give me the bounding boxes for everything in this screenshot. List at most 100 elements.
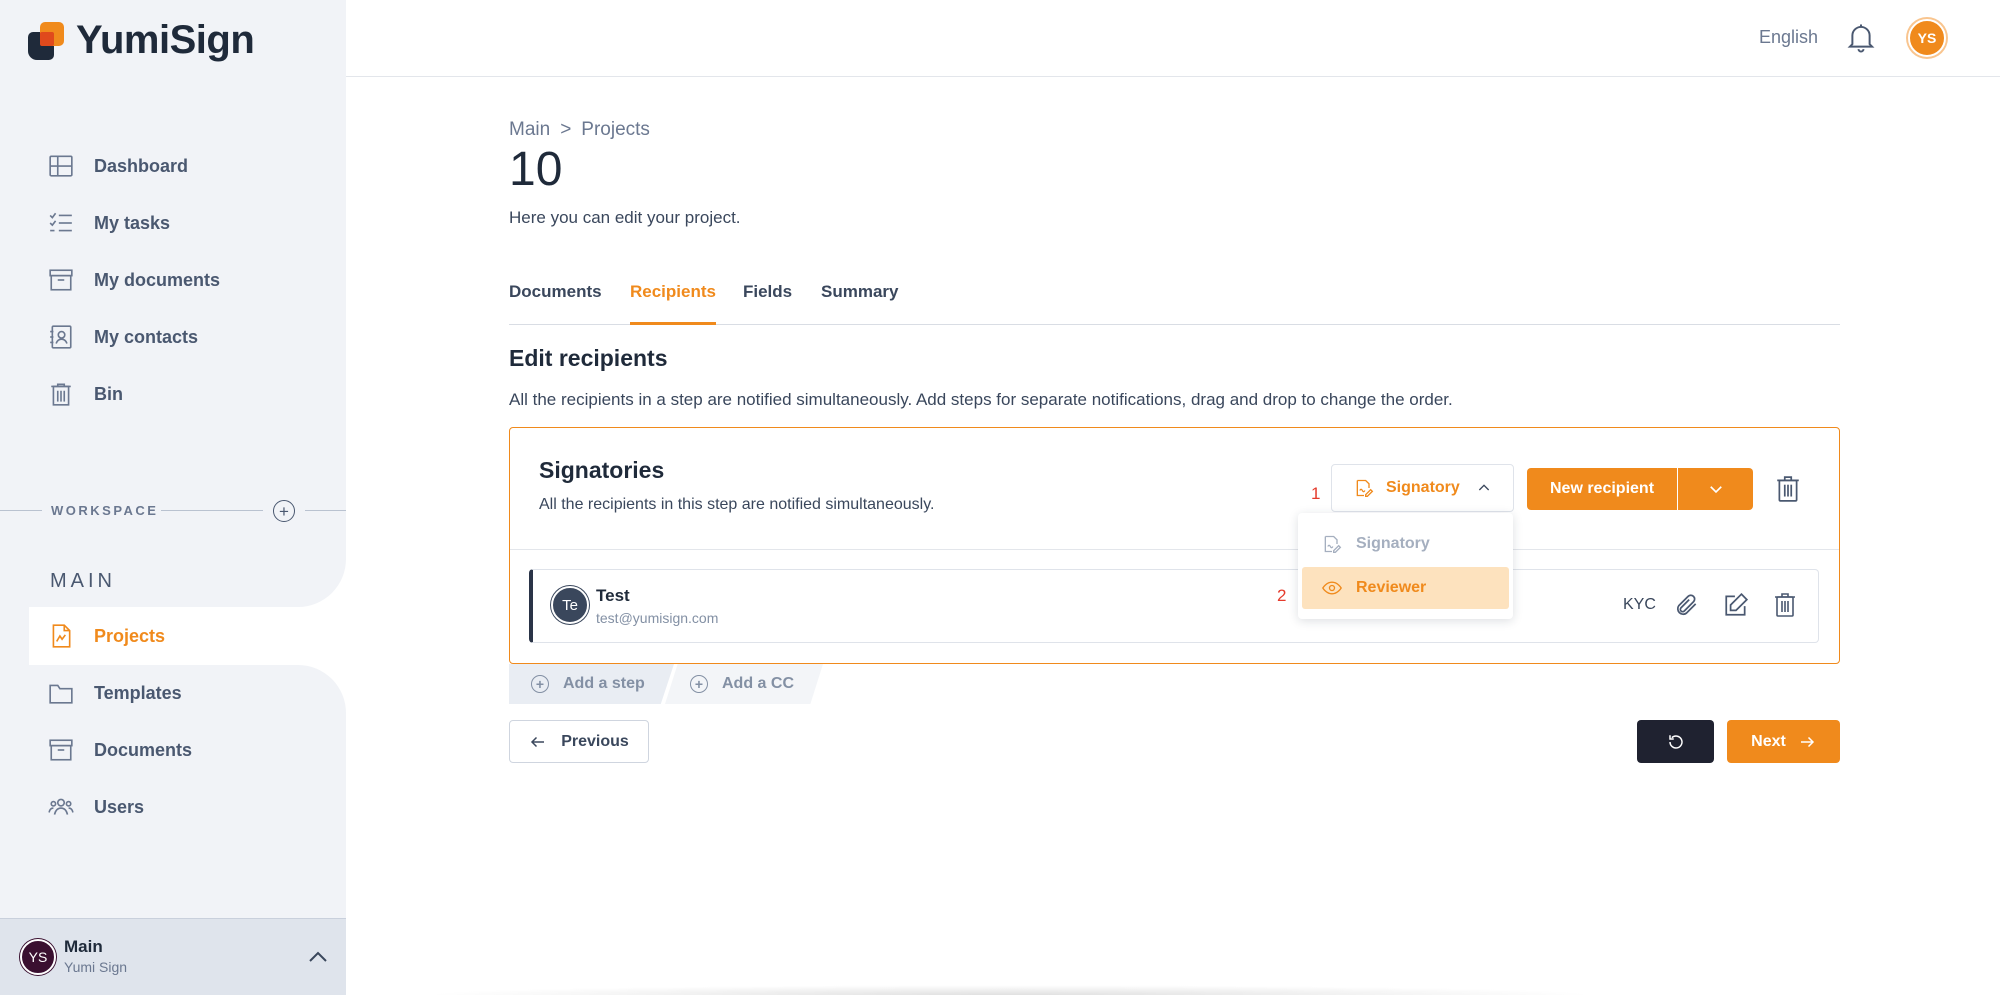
previous-button[interactable]: Previous [509, 720, 649, 763]
sidebar-item-bin[interactable]: Bin [48, 374, 123, 414]
role-select-value: Signatory [1386, 479, 1460, 496]
account-name: Main [64, 937, 103, 956]
sidebar-item-label: My documents [94, 269, 221, 290]
language-selector[interactable]: English [1759, 27, 1818, 48]
breadcrumb-current[interactable]: Projects [581, 119, 650, 141]
divider [161, 510, 263, 511]
role-option-reviewer[interactable]: Reviewer [1302, 567, 1509, 609]
divider [305, 510, 346, 511]
sidebar-item-label: My tasks [94, 212, 171, 233]
add-step-label: Add a step [563, 675, 645, 692]
step-title: Signatories [539, 457, 665, 483]
plus-circle-icon: + [531, 675, 549, 693]
add-workspace-button[interactable]: + [273, 500, 295, 522]
sidebar-item-label: Templates [94, 682, 182, 703]
new-recipient-dropdown-button[interactable] [1678, 468, 1753, 510]
tab-summary[interactable]: Summary [821, 282, 898, 325]
breadcrumb: Main > Projects [509, 119, 650, 141]
tasks-icon [49, 212, 72, 232]
eye-icon [1322, 581, 1342, 595]
previous-label: Previous [561, 732, 629, 750]
trash-icon [51, 383, 71, 406]
folder-icon [49, 684, 73, 704]
edit-icon[interactable] [1723, 592, 1749, 618]
sidebar-item-users[interactable]: Users [48, 787, 144, 827]
breadcrumb-root[interactable]: Main [509, 119, 550, 141]
arrow-left-icon [531, 736, 545, 747]
chevron-up-icon [1478, 484, 1489, 491]
recipient-name: Test [596, 586, 630, 605]
workspace-name: MAIN [50, 570, 116, 592]
next-button[interactable]: Next [1727, 720, 1840, 763]
reset-button[interactable] [1637, 720, 1714, 763]
sidebar-item-label: Projects [94, 625, 166, 646]
sidebar-item-documents[interactable]: Documents [48, 730, 192, 770]
avatar: YS [20, 939, 56, 975]
recipient-row[interactable]: Te Test test@yumisign.com KYC [529, 569, 1819, 643]
app-name: YumiSign [76, 18, 255, 62]
divider [510, 549, 1839, 550]
new-recipient-button[interactable]: New recipient [1527, 468, 1677, 510]
role-option-label: Signatory [1356, 535, 1430, 552]
sidebar-item-label: Dashboard [94, 155, 189, 176]
account-switcher[interactable]: YS Main Yumi Sign [0, 918, 346, 995]
page-subtitle: Here you can edit your project. [509, 208, 741, 227]
sidebar-item-label: My contacts [94, 326, 199, 347]
chevron-down-icon [1709, 486, 1722, 494]
add-step-button[interactable]: + Add a step [509, 664, 674, 704]
breadcrumb-separator: > [560, 119, 572, 140]
delete-step-trash-icon[interactable] [1775, 475, 1801, 503]
next-label: Next [1751, 732, 1786, 750]
app-logo[interactable]: YumiSign [28, 18, 255, 63]
recipient-avatar: Te [551, 586, 589, 624]
add-cc-label: Add a CC [722, 675, 794, 692]
sidebar-item-projects[interactable]: Projects [48, 616, 165, 656]
user-avatar[interactable]: YS [1908, 19, 1946, 57]
role-select[interactable]: Signatory [1331, 464, 1514, 512]
plus-circle-icon: + [690, 675, 708, 693]
role-option-label: Reviewer [1356, 579, 1427, 596]
arrow-right-icon [1800, 736, 1814, 747]
plus-icon: + [279, 501, 289, 521]
step-description: All the recipients in this step are noti… [539, 496, 935, 513]
role-option-signatory: Signatory [1302, 523, 1509, 565]
chevron-up-icon[interactable] [306, 945, 330, 969]
sidebar-item-label: Bin [94, 383, 123, 404]
topbar [346, 0, 2000, 77]
workspace-label: WORKSPACE [51, 503, 159, 518]
dashboard-icon [49, 155, 73, 177]
bell-icon[interactable] [1846, 22, 1876, 54]
signature-icon [1356, 479, 1374, 497]
sidebar-item-label: Users [94, 796, 145, 817]
archive-icon [49, 739, 73, 761]
sidebar-item-label: Documents [94, 739, 193, 760]
tab-documents[interactable]: Documents [509, 282, 602, 325]
role-dropdown-menu: Signatory Reviewer [1298, 513, 1513, 619]
section-title: Edit recipients [509, 345, 668, 371]
annotation-2: 2 [1277, 586, 1287, 605]
contacts-icon [50, 325, 72, 349]
users-icon [48, 798, 74, 815]
tab-bar: Documents Recipients Fields Summary [509, 272, 1840, 325]
kyc-button[interactable]: KYC [1623, 596, 1656, 614]
section-description: All the recipients in a step are notifie… [509, 390, 1453, 409]
projects-row-edge [0, 607, 29, 665]
sidebar: YumiSign Dashboard My tasks My documents… [0, 0, 346, 995]
projects-icon [52, 624, 71, 648]
sidebar-item-my-documents[interactable]: My documents [48, 260, 220, 300]
signature-icon [1324, 535, 1342, 553]
tab-recipients[interactable]: Recipients [630, 282, 716, 325]
logo-mark-icon [28, 21, 66, 60]
sidebar-item-templates[interactable]: Templates [48, 673, 182, 713]
tab-fields[interactable]: Fields [743, 282, 792, 325]
sidebar-item-dashboard[interactable]: Dashboard [48, 146, 188, 186]
paperclip-icon[interactable] [1674, 592, 1700, 618]
bottom-shadow [420, 985, 1600, 995]
recipient-email: test@yumisign.com [596, 610, 719, 626]
account-subtitle: Yumi Sign [64, 959, 128, 975]
sidebar-item-my-tasks[interactable]: My tasks [48, 203, 170, 243]
page-title: 10 [509, 143, 563, 196]
trash-icon[interactable] [1772, 592, 1798, 618]
add-cc-button[interactable]: + Add a CC [665, 664, 823, 704]
sidebar-item-my-contacts[interactable]: My contacts [48, 317, 198, 357]
